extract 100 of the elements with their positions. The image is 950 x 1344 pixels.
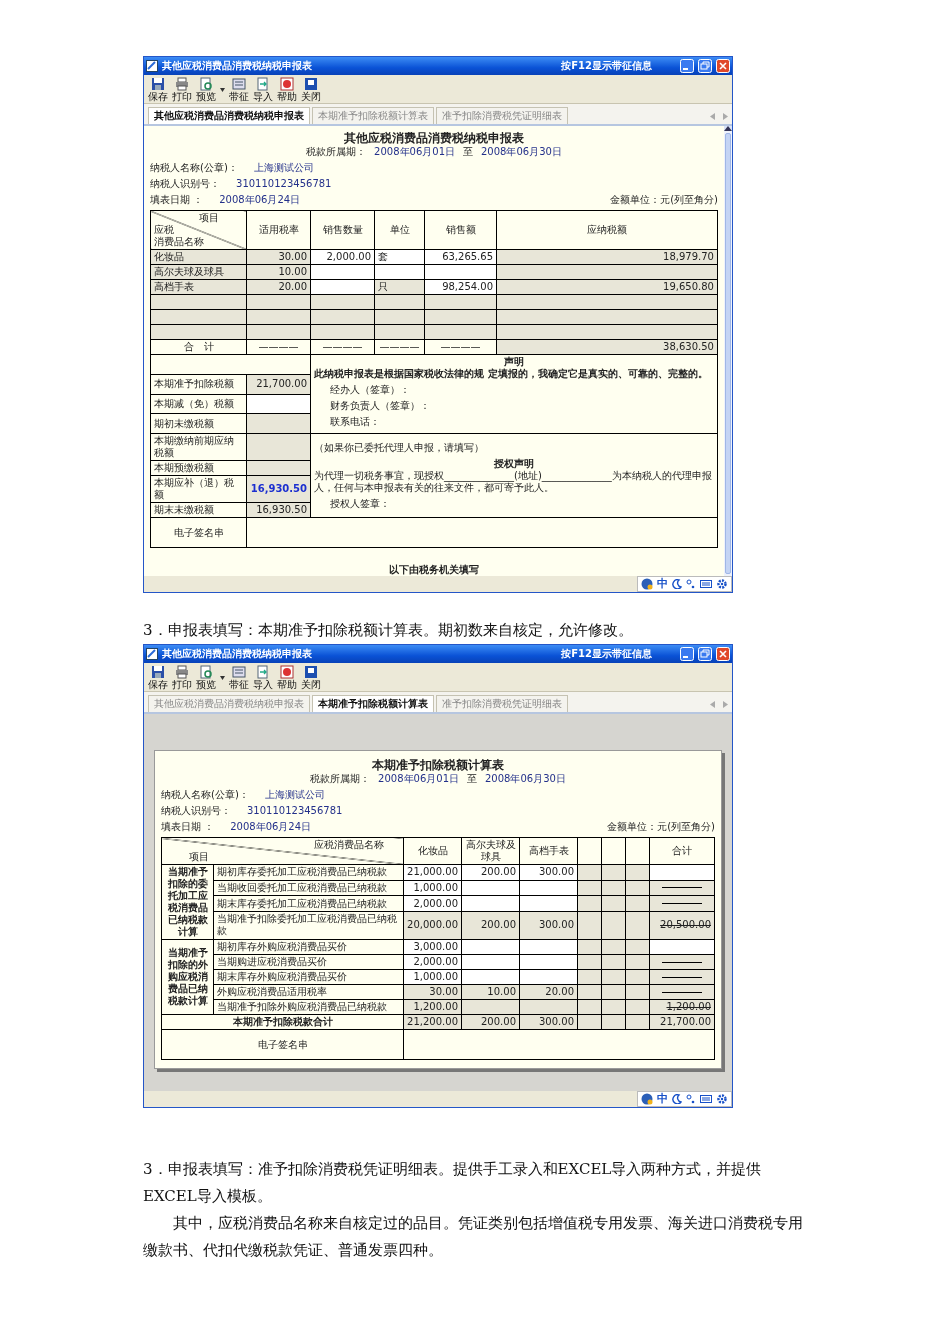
f12-hint: 按F12显示带征信息 xyxy=(561,648,652,660)
globe-icon xyxy=(641,1093,653,1105)
section-heading: 声明 xyxy=(503,356,525,368)
field-label: 本期减（免）税额 xyxy=(150,394,247,414)
dash-mark xyxy=(662,903,702,905)
moon-icon[interactable] xyxy=(672,1094,682,1104)
keyboard-icon[interactable] xyxy=(700,1094,712,1104)
unit-note: 金额单位：元(列至角分) xyxy=(607,821,715,833)
tab[interactable]: 其他应税消费品消费税纳税申报表 xyxy=(148,107,310,124)
page-magnifier-icon xyxy=(199,77,213,91)
column-header: 适用税率 xyxy=(246,210,311,250)
close-button[interactable] xyxy=(716,59,730,73)
app-icon xyxy=(146,648,158,660)
period-end: 2008年06月30日 xyxy=(481,146,562,158)
group-label: 当期准予扣除的委托加工应税消费品已纳税款计算 xyxy=(161,864,214,940)
period-to-label: 至 xyxy=(467,773,477,785)
field-value: 2008年06月24日 xyxy=(219,194,301,206)
caret-icon xyxy=(220,87,225,92)
period-start: 2008年06月01日 xyxy=(378,773,459,785)
ime-toolbar[interactable]: 中 xyxy=(637,1091,732,1107)
close-icon xyxy=(304,77,318,91)
body-paragraph: 3．申报表填写：准予扣除消费税凭证明细表。提供手工录入和EXCEL导入两种方式，并提供EXCEL导入模板。 xyxy=(143,1159,763,1207)
window-title: 其他应税消费品消费税纳税申报表 xyxy=(162,60,312,72)
ime-mode-label[interactable]: 中 xyxy=(657,1093,668,1105)
column-header: 高尔夫球及球具 xyxy=(461,837,520,865)
minimize-button[interactable] xyxy=(680,59,694,73)
dash-mark xyxy=(662,961,702,963)
punctuation-icon[interactable] xyxy=(686,1094,696,1104)
table-cell: 化妆品 xyxy=(150,249,247,265)
field-label: 本期准予扣除税额 xyxy=(150,374,247,394)
import-button[interactable]: 导入 xyxy=(251,77,275,102)
field-label: 纳税人名称(公章)： xyxy=(150,162,238,174)
corner-label: 项目 xyxy=(198,212,221,224)
table-cell: 16,930.50 xyxy=(246,475,311,503)
form-title: 其他应税消费品消费税纳税申报表 xyxy=(343,130,525,146)
field-label: 纳税人识别号： xyxy=(150,178,221,190)
field-label: 填表日期 ： xyxy=(161,821,215,833)
print-button[interactable]: 打印 xyxy=(170,665,194,690)
authorization-text: 为代理一切税务事宜，现授权______________(地址)______________为本纳税人的代理申报人，任何与本申报表有关的往来文件，都可寄予此人。 xyxy=(314,469,713,494)
blank-header xyxy=(577,837,602,865)
import-button[interactable]: 导入 xyxy=(251,665,275,690)
help-button[interactable]: 帮助 xyxy=(275,665,299,690)
levy-button[interactable]: 带征 xyxy=(227,77,251,102)
scrollbar-thumb[interactable] xyxy=(725,133,731,574)
help-button[interactable]: 帮助 xyxy=(275,77,299,102)
struck-value: 20,500.00 xyxy=(660,919,711,931)
column-header: 高档手表 xyxy=(519,837,578,865)
printer-icon xyxy=(175,77,189,91)
levy-button[interactable]: 带征 xyxy=(227,665,251,690)
gear-icon[interactable] xyxy=(716,578,728,590)
form-sheet-icon xyxy=(232,665,246,679)
corner-label: 应税 xyxy=(154,224,176,236)
row-label: 期初库存委托加工应税消费品已纳税款 xyxy=(213,864,404,881)
column-header: 单位 xyxy=(374,210,425,250)
close-icon xyxy=(304,665,318,679)
scroll-up-button[interactable] xyxy=(724,126,732,131)
minimize-button[interactable] xyxy=(680,647,694,661)
gear-icon[interactable] xyxy=(716,1093,728,1105)
section-footer: 以下由税务机关填写 xyxy=(150,548,718,576)
caret-icon xyxy=(220,675,225,680)
field-label: 纳税人名称(公章)： xyxy=(161,789,249,801)
globe-icon xyxy=(641,578,653,590)
close-button[interactable]: 关闭 xyxy=(299,665,323,690)
save-button[interactable]: 保存 xyxy=(146,77,170,102)
page-magnifier-icon xyxy=(199,665,213,679)
field-value: 上海测试公司 xyxy=(253,162,314,174)
keyboard-icon[interactable] xyxy=(700,579,712,589)
signature-field[interactable] xyxy=(403,1029,715,1060)
punctuation-icon[interactable] xyxy=(686,579,696,589)
column-header: 化妆品 xyxy=(403,837,462,865)
app-icon xyxy=(146,60,158,72)
signer-label: 经办人（签章）： xyxy=(329,384,412,396)
print-button[interactable]: 打印 xyxy=(170,77,194,102)
dash-mark xyxy=(662,976,702,978)
signature-label: 电子签名串 xyxy=(150,517,247,548)
save-button[interactable]: 保存 xyxy=(146,665,170,690)
restore-button[interactable] xyxy=(698,59,712,73)
form-sheet-icon xyxy=(232,77,246,91)
help-icon xyxy=(280,665,294,679)
window-title: 其他应税消费品消费税纳税申报表 xyxy=(162,648,312,660)
period-label: 税款所属期： xyxy=(306,146,367,158)
preview-button[interactable]: 预览 xyxy=(194,665,227,690)
printer-icon xyxy=(175,665,189,679)
dash-mark xyxy=(662,887,702,889)
blank-header xyxy=(601,837,626,865)
close-button[interactable] xyxy=(716,647,730,661)
field-value: 上海测试公司 xyxy=(264,789,325,801)
restore-button[interactable] xyxy=(698,647,712,661)
signer-label: 财务负责人（签章）： xyxy=(329,400,432,412)
close-button[interactable]: 关闭 xyxy=(299,77,323,102)
ime-toolbar[interactable]: 中 xyxy=(637,576,732,592)
signature-field[interactable] xyxy=(246,517,718,548)
column-header: 销售数量 xyxy=(310,210,375,250)
corner-label: 应税消费品名称 xyxy=(313,839,385,851)
field-label: 填表日期 ： xyxy=(150,194,204,206)
preview-button[interactable]: 预览 xyxy=(194,77,227,102)
ime-mode-label[interactable]: 中 xyxy=(657,578,668,590)
column-header: 合计 xyxy=(649,837,715,865)
tab[interactable]: 本期准予扣除税额计算表 xyxy=(312,695,434,712)
moon-icon[interactable] xyxy=(672,579,682,589)
